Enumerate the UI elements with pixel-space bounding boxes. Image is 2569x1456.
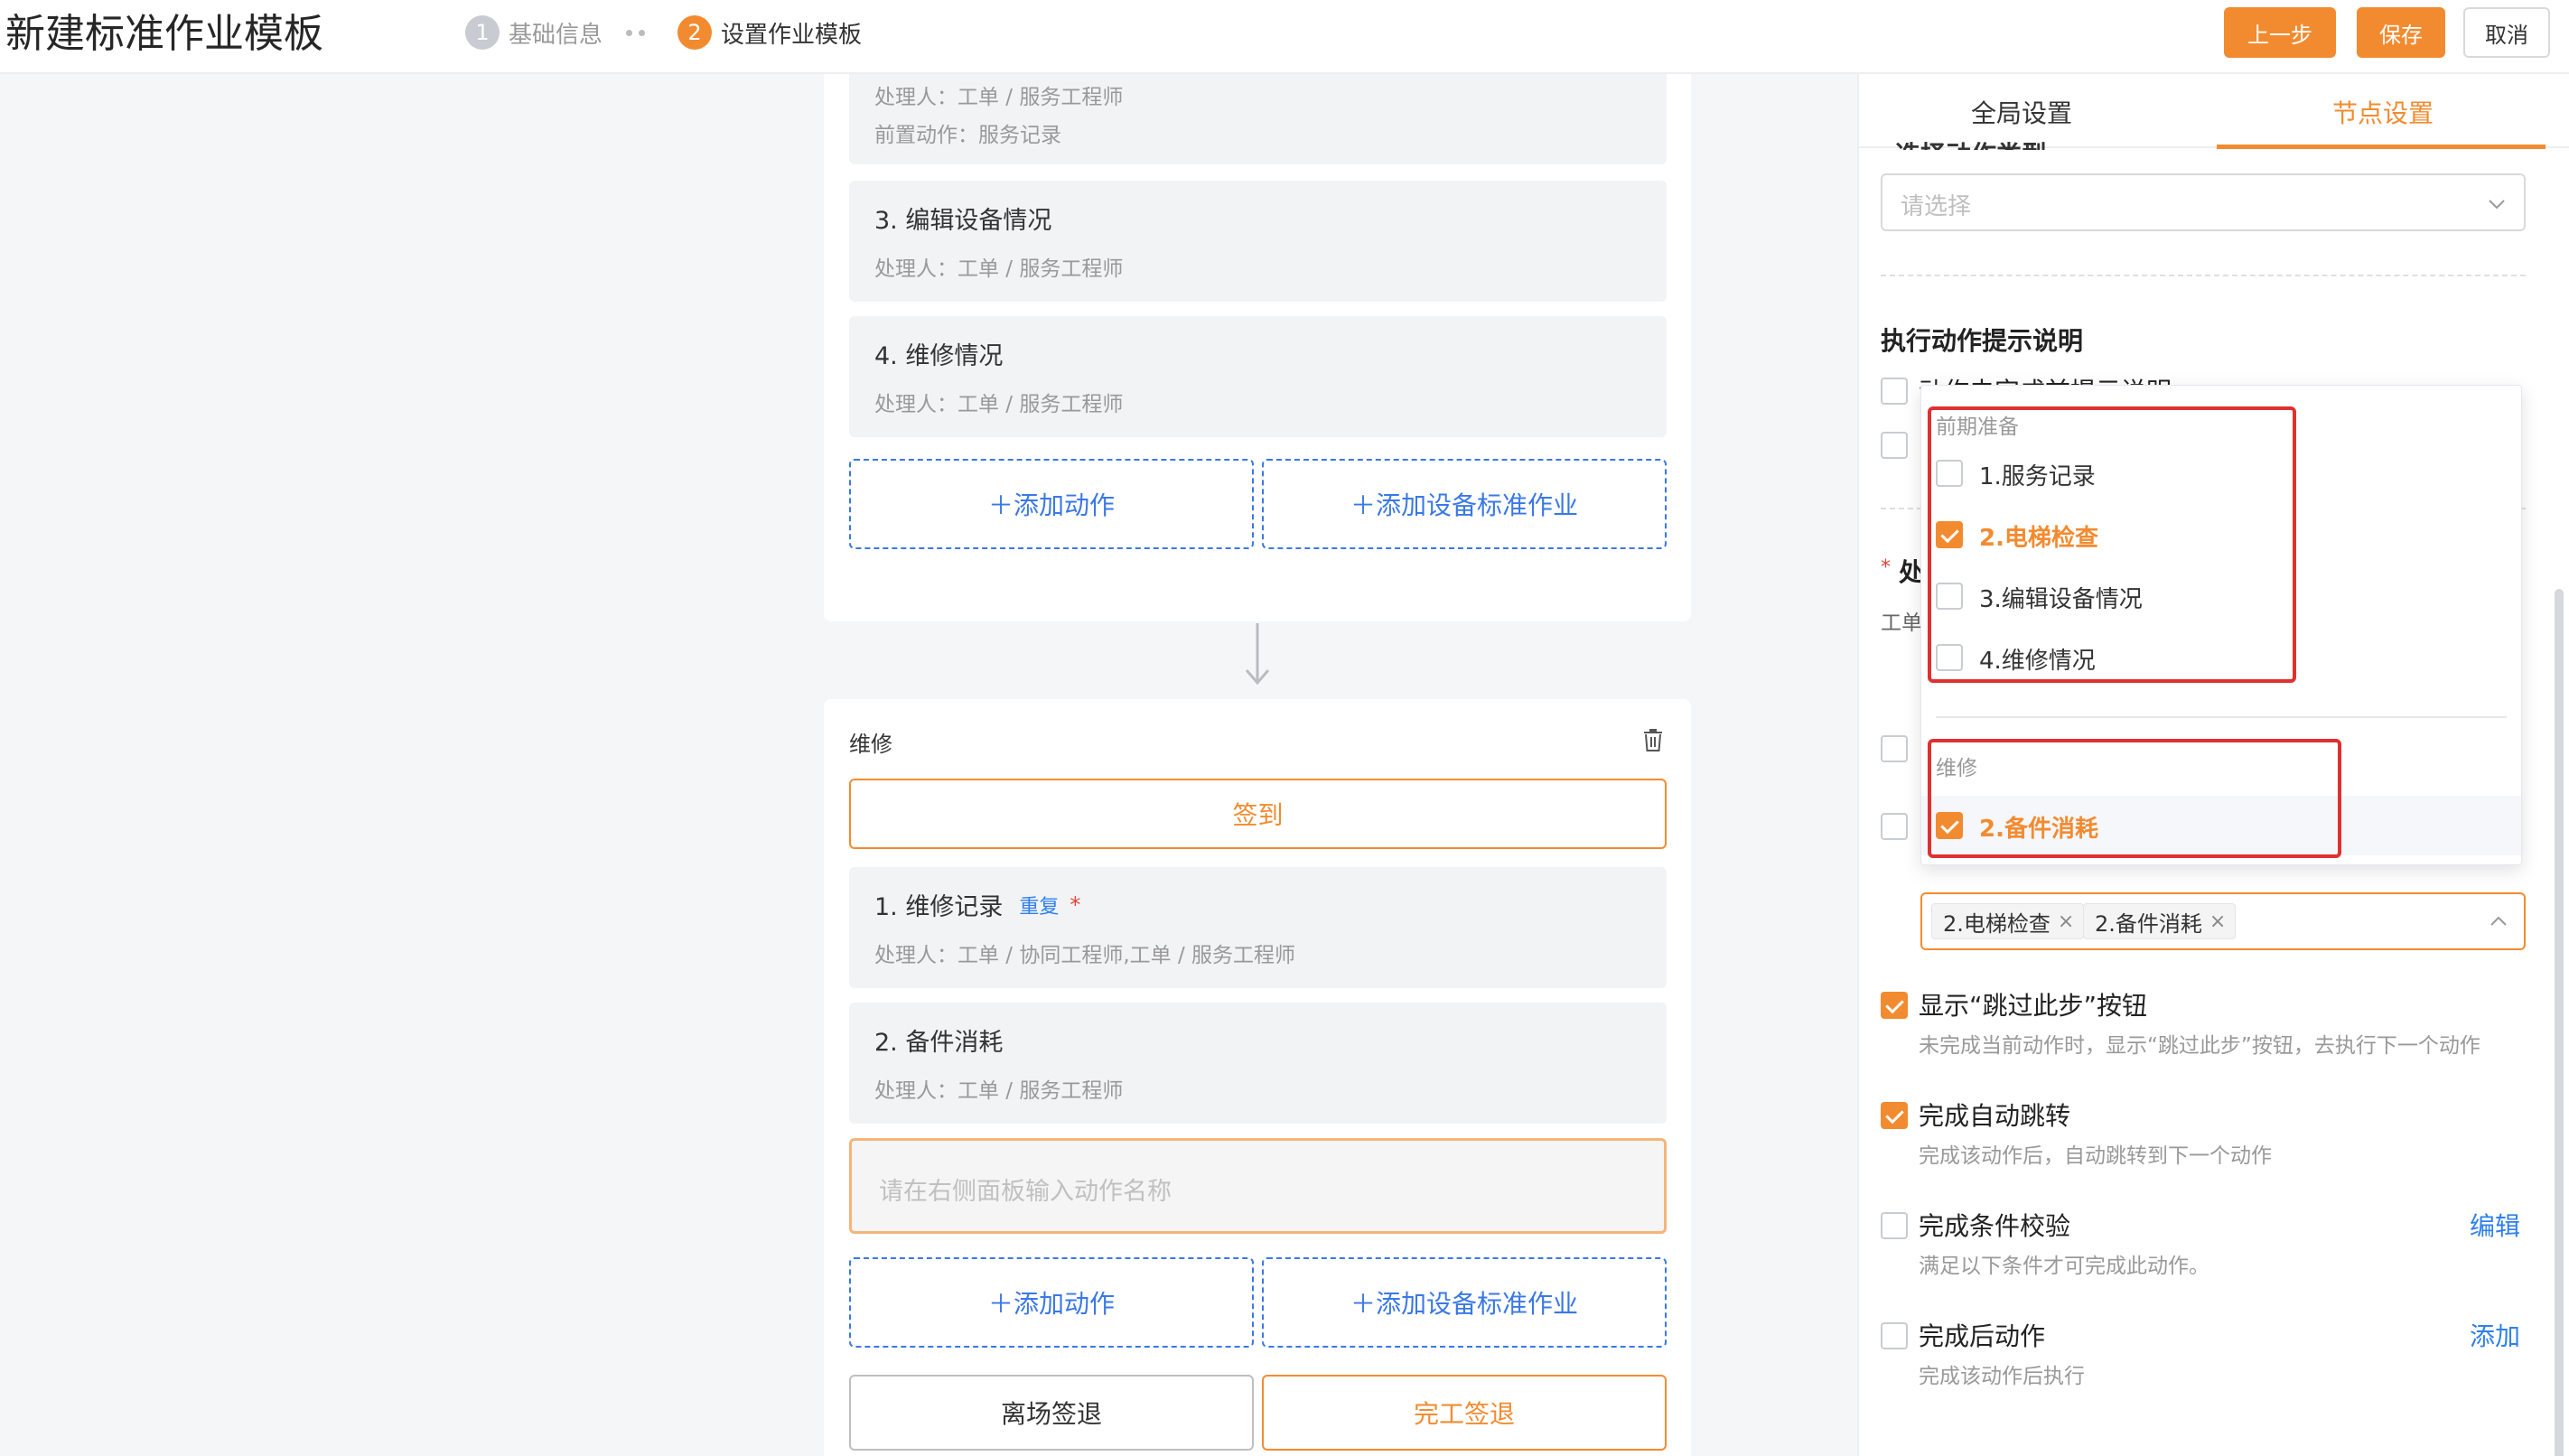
tab-node-settings[interactable]: 节点设置 xyxy=(2332,94,2434,130)
add-post-action-link[interactable]: 添加 xyxy=(2470,1317,2520,1353)
option-title: 完成条件校验 xyxy=(1919,1211,2071,1241)
required-mark: * xyxy=(1070,891,1081,918)
save-button[interactable]: 保存 xyxy=(2357,7,2445,58)
option-desc: 完成该动作后执行 xyxy=(1919,1365,2085,1388)
step-number: 2 xyxy=(677,15,712,50)
tip-checkbox[interactable] xyxy=(1881,378,1908,405)
auto-jump-checkbox[interactable] xyxy=(1881,1102,1908,1129)
active-tab-indicator xyxy=(2217,145,2546,149)
action-handler: 处理人：工单 / 服务工程师 xyxy=(874,393,1124,416)
action-handler: 处理人：工单 / 协同工程师,工单 / 服务工程师 xyxy=(874,944,1296,967)
option-title: 完成后动作 xyxy=(1919,1321,2046,1351)
action-type-label: 选择动作类型 xyxy=(1895,135,2047,150)
option-desc: 未完成当前动作时，显示“跳过此步”按钮，去执行下一个动作 xyxy=(1919,1034,2480,1058)
action-handler: 处理人：工单 / 服务工程师 xyxy=(874,86,1124,109)
repeat-tag: 重复 xyxy=(1019,895,1060,919)
action-item[interactable]: 4. 维修情况 处理人：工单 / 服务工程师 xyxy=(849,316,1667,437)
action-pre-action: 前置动作：服务记录 xyxy=(874,124,1061,147)
page-header: 新建标准作业模板 1 基础信息 2 设置作业模板 上一步 保存 取消 xyxy=(0,0,2569,74)
prev-step-button[interactable]: 上一步 xyxy=(2224,7,2336,58)
completion-check-checkbox[interactable] xyxy=(1881,1212,1908,1239)
new-action-item[interactable]: 请在右侧面板输入动作名称 xyxy=(849,1138,1667,1234)
page-title: 新建标准作业模板 xyxy=(5,11,323,57)
step-label: 设置作业模板 xyxy=(721,21,863,49)
trash-icon[interactable] xyxy=(1642,728,1664,751)
step-number: 1 xyxy=(465,15,500,50)
selected-chip[interactable]: 2.备件消耗 × xyxy=(2083,903,2237,939)
annotation-box-repair xyxy=(1928,739,2341,858)
chevron-down-icon xyxy=(2489,200,2505,210)
action-item[interactable]: 3. 编辑设备情况 处理人：工单 / 服务工程师 xyxy=(849,181,1667,302)
action-item[interactable]: 1. 维修记录 重复 * 处理人：工单 / 协同工程师,工单 / 服务工程师 xyxy=(849,867,1667,988)
pre-action-multiselect[interactable]: 2.电梯检查 × 2.备件消耗 × xyxy=(1920,892,2526,950)
exec-tip-title: 执行动作提示说明 xyxy=(1881,326,2084,356)
new-action-placeholder: 请在右侧面板输入动作名称 xyxy=(879,1178,1172,1206)
divider xyxy=(1881,275,2526,276)
action-handler: 处理人：工单 / 服务工程师 xyxy=(874,257,1124,281)
panel-scrollbar[interactable] xyxy=(2555,589,2564,1456)
post-action-checkbox[interactable] xyxy=(1881,1322,1908,1349)
node-card-prep: 处理人：工单 / 服务工程师 前置动作：服务记录 3. 编辑设备情况 处理人：工… xyxy=(824,74,1691,621)
action-type-select[interactable]: 请选择 xyxy=(1881,173,2526,231)
chip-close-icon[interactable]: × xyxy=(2058,910,2074,933)
action-handler: 处理人：工单 / 服务工程师 xyxy=(874,1079,1124,1103)
chevron-up-icon xyxy=(2490,916,2507,926)
finish-checkout-button[interactable]: 完工签退 xyxy=(1262,1375,1667,1451)
action-title: 2. 备件消耗 xyxy=(874,1029,1004,1057)
step-basic-info[interactable]: 1 基础信息 xyxy=(465,15,603,50)
node-name: 维修 xyxy=(849,732,892,757)
cancel-button[interactable]: 取消 xyxy=(2463,7,2550,58)
action-item-partial[interactable]: 处理人：工单 / 服务工程师 前置动作：服务记录 xyxy=(849,74,1667,164)
add-action-button[interactable]: ＋添加动作 xyxy=(849,459,1254,549)
step-label: 基础信息 xyxy=(509,21,603,49)
leave-checkout-button[interactable]: 离场签退 xyxy=(849,1375,1254,1451)
option-title: 完成自动跳转 xyxy=(1919,1101,2071,1131)
handler-value: 工单 xyxy=(1881,611,1922,635)
add-device-standard-button[interactable]: ＋添加设备标准作业 xyxy=(1262,459,1667,549)
option-checkbox[interactable] xyxy=(1881,735,1908,762)
dropdown-divider xyxy=(1936,716,2507,718)
option-title: 显示“跳过此步”按钮 xyxy=(1919,991,2148,1021)
action-title: 4. 维修情况 xyxy=(874,342,1004,370)
select-placeholder: 请选择 xyxy=(1901,193,1972,220)
action-item[interactable]: 2. 备件消耗 处理人：工单 / 服务工程师 xyxy=(849,1003,1667,1124)
selected-chip[interactable]: 2.电梯检查 × xyxy=(1931,903,2085,939)
checkin-button[interactable]: 签到 xyxy=(849,779,1667,849)
required-mark: * xyxy=(1881,556,1891,579)
action-title: 3. 编辑设备情况 xyxy=(874,207,1052,235)
action-title: 1. 维修记录 xyxy=(874,893,1004,921)
add-action-button[interactable]: ＋添加动作 xyxy=(849,1257,1254,1348)
annotation-box-prep xyxy=(1928,406,2296,683)
tab-global-settings[interactable]: 全局设置 xyxy=(1971,94,2072,130)
flow-arrow-icon xyxy=(1245,623,1270,686)
option-desc: 完成该动作后，自动跳转到下一个动作 xyxy=(1919,1144,2272,1168)
option-checkbox[interactable] xyxy=(1881,813,1908,840)
action-title-row: 1. 维修记录 重复 * xyxy=(874,887,1080,922)
step-separator xyxy=(626,30,645,36)
step-template-setup[interactable]: 2 设置作业模板 xyxy=(677,15,862,50)
chip-close-icon[interactable]: × xyxy=(2209,910,2226,933)
edit-condition-link[interactable]: 编辑 xyxy=(2470,1207,2520,1243)
add-device-standard-button[interactable]: ＋添加设备标准作业 xyxy=(1262,1257,1667,1348)
option-desc: 满足以下条件才可完成此动作。 xyxy=(1919,1255,2209,1278)
node-card-repair: 维修 签到 1. 维修记录 重复 * 处理人：工单 / 协同工程师,工单 / 服… xyxy=(824,699,1691,1456)
tip-checkbox[interactable] xyxy=(1881,432,1908,459)
skip-step-checkbox[interactable] xyxy=(1881,992,1908,1019)
